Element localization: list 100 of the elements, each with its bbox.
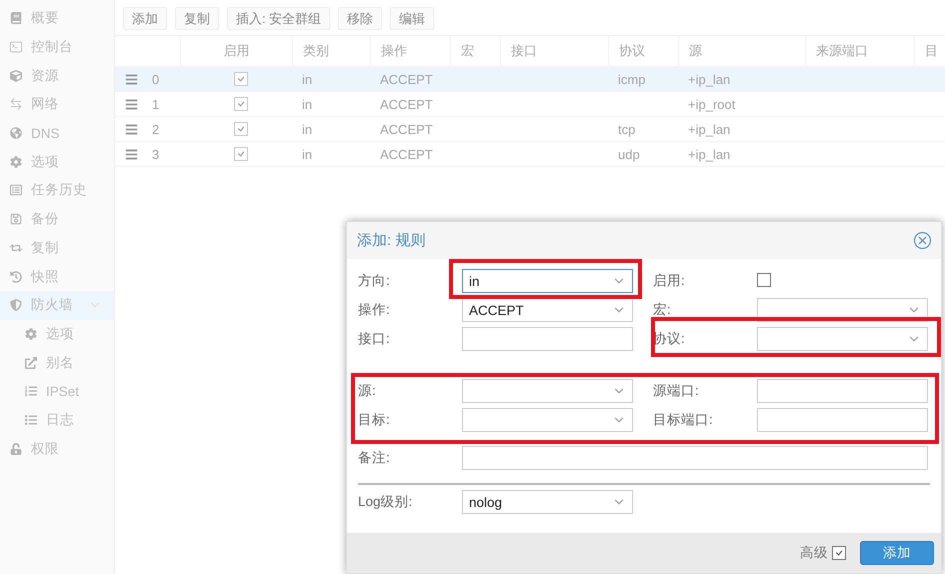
sidebar-label: 概要	[31, 9, 59, 28]
field-label: 目标:	[358, 411, 391, 429]
column-header[interactable]: 目	[914, 36, 945, 66]
drag-handle-icon[interactable]	[125, 148, 138, 160]
sidebar-item[interactable]: 概要	[0, 4, 114, 33]
sidebar-label: 控制台	[31, 38, 73, 56]
input-field[interactable]	[757, 379, 928, 403]
table-cell: in	[302, 96, 312, 112]
sidebar-item[interactable]: 网络	[0, 90, 114, 119]
globe-icon	[9, 127, 23, 140]
column-header[interactable]: 来源端口	[805, 36, 914, 66]
sidebar-label: 权限	[31, 440, 59, 458]
sidebar-item[interactable]: 权限	[0, 434, 114, 463]
terminal-icon	[9, 41, 23, 54]
toolbar-button[interactable]: 移除	[338, 7, 382, 30]
sidebar-label: IPSet	[46, 384, 80, 399]
table-row[interactable]: 0 in ACCEPT icmp +ip_lan	[115, 67, 945, 92]
select-field[interactable]	[462, 408, 633, 432]
field-label: 协议:	[653, 330, 686, 348]
table-cell: in	[302, 122, 312, 136]
sidebar-item[interactable]: 控制台	[0, 32, 114, 62]
toolbar-button[interactable]: 插入: 安全群组	[227, 7, 330, 30]
column-header[interactable]: 操作	[370, 36, 450, 66]
sidebar-label: 资源	[31, 66, 59, 85]
sidebar-item[interactable]: DNS	[0, 118, 114, 148]
row-number: 1	[152, 96, 160, 112]
sidebar-item[interactable]: IPSet	[0, 376, 114, 406]
sidebar-label: 防火墙	[31, 296, 73, 314]
sidebar-item[interactable]: 别名	[0, 348, 114, 377]
select-field[interactable]: ACCEPT	[462, 298, 633, 322]
table-cell: in	[302, 146, 312, 162]
sidebar-item[interactable]: 选项	[0, 320, 114, 348]
sidebar-label: 日志	[46, 410, 74, 429]
close-icon[interactable]	[914, 232, 931, 249]
row-number: 0	[152, 72, 160, 86]
select-field[interactable]: in	[462, 269, 633, 293]
sidebar-item[interactable]: 复制	[0, 234, 114, 262]
shield-icon	[9, 299, 23, 312]
field-label: 接口:	[358, 330, 391, 348]
field-label: 方向:	[358, 272, 391, 290]
sidebar-label: 选项	[31, 152, 59, 171]
table-cell: +ip_lan	[688, 146, 730, 162]
field-label: 目标端口:	[653, 411, 714, 429]
sidebar-item[interactable]: 快照	[0, 262, 114, 291]
advanced-label: 高级	[800, 544, 828, 562]
column-header[interactable]: 协议	[608, 36, 678, 66]
table-cell: +ip_root	[688, 96, 736, 112]
input-field[interactable]	[757, 408, 928, 432]
sidebar-item[interactable]: 日志	[0, 406, 114, 434]
sidebar-item[interactable]: 资源	[0, 61, 114, 90]
row-number: 3	[152, 146, 160, 162]
select-field[interactable]	[462, 379, 633, 403]
table-cell: icmp	[618, 72, 646, 86]
toolbar-button[interactable]: 复制	[175, 7, 219, 30]
table-cell: ACCEPT	[380, 72, 433, 86]
toolbar-button[interactable]: 添加	[123, 7, 167, 30]
arrows-icon	[9, 98, 23, 110]
column-header[interactable]: 类别	[292, 36, 370, 66]
sidebar-item[interactable]: 选项	[0, 147, 114, 176]
sidebar-item[interactable]: 防火墙	[0, 290, 114, 320]
sidebar-label: 快照	[31, 268, 59, 286]
sidebar-label: 网络	[31, 95, 59, 114]
input-field[interactable]	[462, 446, 928, 470]
field-label: 源端口:	[653, 382, 700, 400]
toolbar-button[interactable]: 编辑	[390, 7, 434, 30]
field-label: 宏:	[653, 301, 672, 319]
select-field[interactable]	[757, 327, 928, 351]
drag-handle-icon[interactable]	[125, 122, 138, 136]
drag-handle-icon[interactable]	[125, 72, 138, 86]
drag-handle-icon[interactable]	[125, 98, 138, 110]
table-cell: ACCEPT	[380, 146, 433, 162]
checkbox[interactable]	[832, 546, 846, 560]
sidebar-label: 任务历史	[31, 181, 87, 200]
floppy-icon	[9, 213, 23, 226]
sidebar-label: 备份	[31, 210, 59, 228]
checkbox[interactable]	[757, 272, 771, 286]
field-label: 操作:	[358, 301, 391, 319]
numbered-list-icon	[24, 385, 38, 398]
history-icon	[9, 270, 23, 283]
sidebar-label: 复制	[31, 238, 59, 257]
row-number: 2	[152, 122, 160, 136]
select-field[interactable]: nolog	[462, 490, 633, 514]
table-cell: tcp	[618, 122, 636, 136]
column-header[interactable]: 源	[678, 36, 805, 66]
table-cell: +ip_lan	[688, 122, 730, 136]
table-cell: udp	[618, 146, 640, 162]
sidebar-label: DNS	[31, 126, 60, 141]
input-field[interactable]	[462, 327, 633, 351]
table-cell: ACCEPT	[380, 96, 433, 112]
column-header[interactable]: 宏	[450, 36, 500, 66]
field-label: Log级别:	[358, 493, 414, 511]
gear-icon	[24, 328, 38, 340]
field-label: 启用:	[653, 272, 686, 290]
add-button[interactable]: 添加	[860, 541, 934, 565]
gear-icon	[9, 156, 23, 168]
sidebar-item[interactable]: 备份	[0, 204, 114, 234]
column-header[interactable]: 启用	[180, 36, 292, 66]
book-icon	[9, 12, 23, 24]
column-header[interactable]: 接口	[500, 36, 608, 66]
sidebar-item[interactable]: 任务历史	[0, 176, 114, 205]
